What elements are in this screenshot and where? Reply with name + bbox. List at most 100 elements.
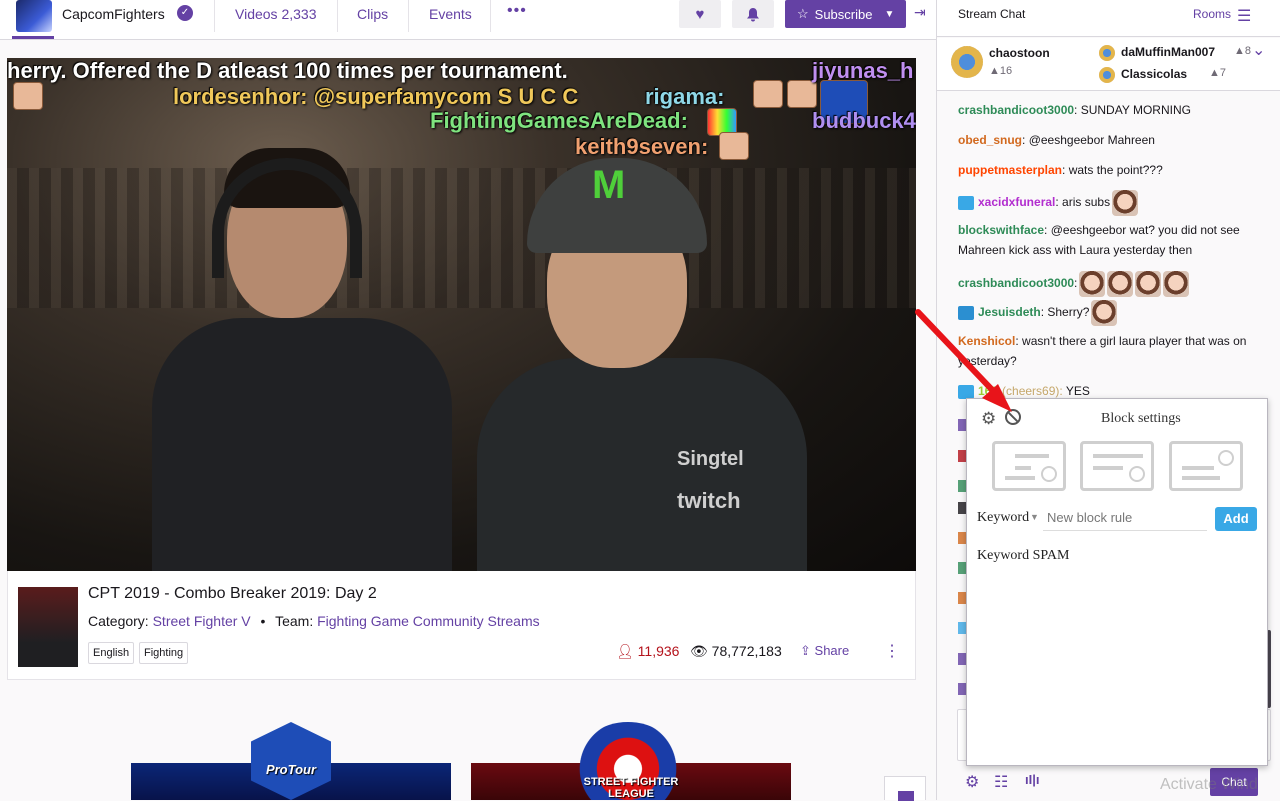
leader-name[interactable]: daMuffinMan007 [1121,45,1215,59]
block-rule-item[interactable]: Keyword SPAM [977,548,1069,564]
subscriber-badge-icon[interactable] [958,196,974,210]
subscriber-badge-icon[interactable] [958,384,974,399]
chat-username[interactable]: xacidxfuneral [978,195,1055,209]
emote-icon [787,80,817,108]
chat-message: obed_snug: @eeshgeebor Mahreen [958,130,1258,150]
chat-username[interactable]: obed_snug [958,133,1022,147]
chat-username[interactable]: crashbandicoot3000 [958,276,1074,290]
player-left [152,118,452,571]
layout-option-left[interactable] [992,441,1066,491]
chat-message-text: wats the point??? [1065,163,1163,177]
chat-message-fragment [958,450,966,462]
chat-message: blockswithface: @eeshgeebor wat? you did… [958,220,1258,260]
leader-name[interactable]: Classicolas [1121,67,1187,81]
chat-username[interactable]: Jesuisdeth [978,305,1041,319]
subscribe-button[interactable]: ☆ Subscribe ▼ [785,0,906,28]
chat-username[interactable]: Kenshicol [958,334,1015,348]
rule-type-select[interactable]: Keyword [977,510,1029,526]
leader-avatar[interactable] [1099,67,1115,83]
leader-name[interactable]: chaostoon [989,46,1050,60]
emote-icon[interactable] [1079,271,1106,297]
separator-dot: • [260,613,266,629]
emote-icon[interactable] [1163,271,1190,297]
share-button[interactable]: ⇪ Share [800,643,849,659]
chat-overlay-line: lordesenhor: @superfamycom S U C C [173,84,579,109]
leader-avatar[interactable] [951,46,983,78]
bar-chart-icon[interactable]: ıI|ı [1025,772,1039,787]
shirt-text: Singtel [677,448,744,470]
chat-username[interactable]: 169 [978,384,998,398]
rooms-button[interactable]: Rooms [1193,7,1231,21]
channel-avatar[interactable] [16,0,52,32]
chat-overlay-line: rigama: [645,84,725,109]
chat-message: crashbandicoot3000: [958,271,1258,297]
chat-title: Stream Chat [958,7,1026,21]
team-label: Team: [275,613,314,629]
chevron-down-icon[interactable]: ▼ [1030,512,1039,522]
tab-clips[interactable]: Clips [357,6,388,22]
channel-header: CapcomFighters ✓ Videos 2,333 Clips Even… [0,0,936,40]
tab-events[interactable]: Events [429,6,472,22]
collapse-chat-icon[interactable]: ⇥ [914,4,926,21]
layout-option-center[interactable] [1080,441,1154,491]
street-fighter-league-logo-text: STREET FIGHTER LEAGUE [583,776,679,800]
team-link[interactable]: Fighting Game Community Streams [317,613,540,629]
emote-icon[interactable] [1135,271,1162,297]
windows-activation-watermark: Activate Wind [1160,776,1258,793]
tab-videos-count: 2,333 [281,6,317,22]
chat-message: Jesuisdeth: Sherry? [958,300,1258,326]
chat-overlay-line: herry. Offered the D atleast 100 times p… [7,58,568,83]
category-link[interactable]: Street Fighter V [153,613,251,629]
chat-username[interactable]: blockswithface [958,223,1044,237]
tag-english[interactable]: English [88,642,135,664]
viewer-count: 👤︎ 11,936 [616,643,679,660]
chat-message-fragment [958,480,966,492]
verified-icon: ✓ [177,5,193,21]
viewer-count-value: 11,936 [637,643,680,659]
cheer-text: (cheers69): [1002,384,1063,398]
star-icon: ☆ [797,6,809,21]
stream-title: CPT 2019 - Combo Breaker 2019: Day 2 [88,585,377,602]
tag-fighting[interactable]: Fighting [139,642,189,664]
emote-icon[interactable] [1112,190,1139,216]
gear-icon[interactable]: ⚙ [981,409,996,429]
channel-name[interactable]: CapcomFighters [62,6,165,22]
follow-button[interactable]: ♥ [679,0,721,28]
leader-avatar[interactable] [1099,45,1115,61]
shirt-text-twitch: twitch [677,488,741,513]
chat-username[interactable]: crashbandicoot3000 [958,103,1074,117]
game-box-art[interactable] [18,587,78,667]
add-rule-button[interactable]: Add [1215,507,1257,531]
leader-score-value: 7 [1219,67,1227,79]
tab-videos-label: Videos [235,6,278,22]
layout-option-right[interactable] [1169,441,1243,491]
chat-message-text: Sherry? [1044,305,1090,320]
subscribe-label: Subscribe [814,6,873,22]
block-icon[interactable] [1005,409,1021,425]
person-icon: 👤︎ [616,643,634,659]
list-icon[interactable]: ☷ [994,772,1008,792]
notifications-button[interactable] [732,0,774,28]
divider [214,0,215,32]
chat-message-text: aris subs [1058,195,1111,210]
tab-videos[interactable]: Videos 2,333 [235,6,317,22]
chat-overlay-line: FightingGamesAreDead: [430,108,688,133]
chevron-down-icon[interactable]: ⌄ [1252,40,1265,60]
emote-icon[interactable] [1107,271,1134,297]
block-rule-input[interactable] [1043,505,1207,531]
chat-message-fragment [958,502,966,514]
chevron-down-icon: ▼ [884,8,895,20]
chat-message-fragment [958,592,966,604]
emote-icon [13,82,43,110]
capcom-pro-tour-logo-text: ProTour [265,762,317,777]
more-menu-icon[interactable]: ••• [507,2,527,20]
scroll-top-button[interactable] [884,776,926,801]
more-options-icon[interactable]: ⋮ [884,641,900,661]
rooms-list-icon[interactable]: ☰ [1237,6,1251,26]
emote-icon[interactable] [1091,300,1118,326]
share-icon: ⇪ [800,643,811,658]
video-player[interactable]: M Singtel twitch herry. Offered the D at… [7,58,916,571]
gear-icon[interactable]: ⚙ [965,772,979,792]
subscriber-badge-icon[interactable] [958,306,974,320]
chat-username[interactable]: puppetmasterplan [958,163,1062,177]
